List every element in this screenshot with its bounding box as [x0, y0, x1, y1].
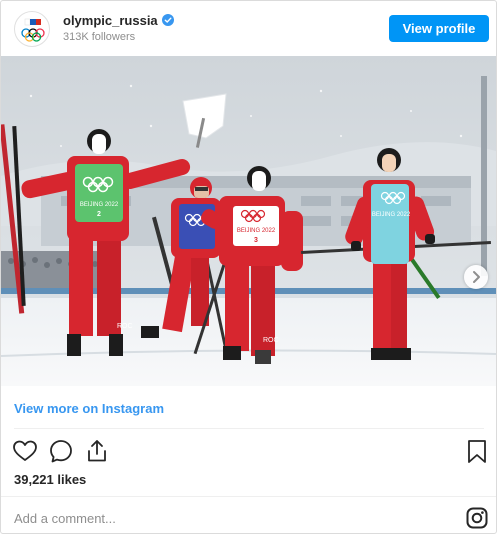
- follower-count: 313K followers: [63, 31, 136, 43]
- heart-icon[interactable]: [12, 438, 38, 464]
- view-more-on-instagram-link[interactable]: View more on Instagram: [14, 401, 164, 416]
- svg-text:3: 3: [254, 237, 258, 244]
- post-photo[interactable]: BEIJING 2022 2 ROC BEIJING 2022 3 ROC BE…: [1, 56, 496, 386]
- view-profile-button[interactable]: View profile: [389, 15, 489, 42]
- add-comment-field[interactable]: Add a comment...: [14, 511, 116, 526]
- username[interactable]: olympic_russia: [63, 13, 158, 28]
- verified-badge-icon: [162, 14, 174, 26]
- instagram-embed-card: olympic_russia 313K followers View profi…: [0, 0, 497, 534]
- ski-celebration-image: BEIJING 2022 2 ROC BEIJING 2022 3 ROC BE…: [1, 56, 496, 386]
- share-icon[interactable]: [84, 438, 110, 464]
- bib-text-center: BEIJING 2022: [237, 228, 276, 234]
- bib-text-right: BEIJING 2022: [372, 212, 411, 218]
- bookmark-icon[interactable]: [464, 438, 490, 464]
- like-count[interactable]: 39,221 likes: [14, 472, 86, 487]
- next-photo-button[interactable]: [464, 265, 488, 289]
- roc-label-center: ROC: [263, 337, 279, 344]
- roc-label-left: ROC: [117, 323, 133, 330]
- olympic-rings-avatar[interactable]: [14, 11, 50, 47]
- post-header: olympic_russia 313K followers View profi…: [1, 1, 496, 56]
- bib-text-left: BEIJING 2022: [80, 202, 119, 208]
- chevron-right-icon: [473, 271, 480, 283]
- divider: [1, 496, 496, 497]
- svg-text:2: 2: [97, 211, 101, 218]
- divider: [14, 428, 484, 429]
- instagram-logo-icon[interactable]: [466, 507, 488, 529]
- comment-bubble-icon[interactable]: [48, 438, 74, 464]
